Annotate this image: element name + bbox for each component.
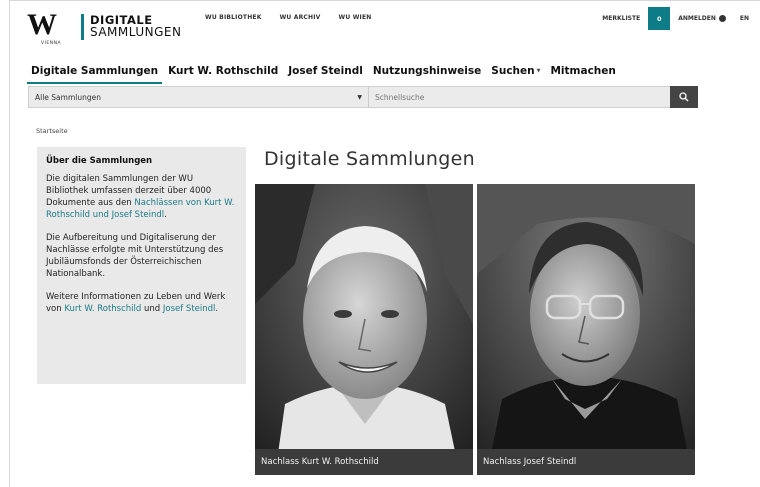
wu-logo-mark: W [27,8,57,41]
page-title: Digitale Sammlungen [264,148,475,170]
quick-search-input[interactable] [369,87,670,107]
rothschild-link[interactable]: Kurt W. Rothschild [64,304,141,314]
logo-divider [81,14,84,40]
login-link[interactable]: ANMELDEN [678,15,726,22]
card-caption: Nachlass Josef Steindl [477,449,695,475]
steindl-link[interactable]: Josef Steindl [163,304,216,314]
collection-card-rothschild[interactable]: Nachlass Kurt W. Rothschild [255,184,473,475]
nav-item-rothschild[interactable]: Kurt W. Rothschild [164,64,282,84]
main-nav: Digitale Sammlungen Kurt W. Rothschild J… [27,64,622,84]
chevron-down-icon: ▼ [536,68,541,74]
dropdown-arrow-icon: ▼ [357,93,362,101]
nav-item-nutzungshinweise[interactable]: Nutzungshinweise [369,64,485,84]
sidebar-title: Über die Sammlungen [46,156,153,166]
search-bar: Alle Sammlungen ▼ [28,86,698,108]
breadcrumb[interactable]: Startseite [36,127,68,135]
sidebar-paragraph-3: Weitere Informationen zu Leben und Werk … [46,291,237,315]
login-label: ANMELDEN [678,15,716,22]
nav-item-digitale-sammlungen[interactable]: Digitale Sammlungen [27,64,163,84]
nav-suchen-label: Suchen [491,65,535,77]
collection-select-value: Alle Sammlungen [35,92,101,102]
wu-logo[interactable]: W DIGITALE SAMMLUNGEN VIENNA [27,10,207,48]
user-bar: MERKLISTE 0 ANMELDEN EN [602,7,749,30]
logo-text-line2: SAMMLUNGEN [90,25,182,39]
sidebar-paragraph-2: Die Aufbereitung und Digitaliserung der … [46,233,224,279]
portrait-rothschild-image [255,184,473,475]
logo-subtext: VIENNA [41,41,62,46]
link-wu-wien[interactable]: WU WIEN [339,14,372,21]
sidebar-paragraph-1: Die digitalen Sammlungen der WU Biblioth… [46,173,237,221]
collection-select[interactable]: Alle Sammlungen ▼ [29,87,369,107]
sidebar-text: und [141,304,163,314]
sidebar-text: . [215,304,219,314]
search-button[interactable] [670,86,698,108]
nav-item-steindl[interactable]: Josef Steindl [284,64,367,84]
search-icon [679,92,689,102]
nav-item-mitmachen[interactable]: Mitmachen [546,64,619,84]
sidebar-text: . [164,210,167,220]
top-links: WU BIBLIOTHEK WU ARCHIV WU WIEN [205,14,371,21]
about-sidebar: Über die Sammlungen Die digitalen Sammlu… [37,147,246,384]
language-switch-en[interactable]: EN [740,15,749,22]
collection-card-steindl[interactable]: Nachlass Josef Steindl [477,184,695,475]
card-caption: Nachlass Kurt W. Rothschild [255,449,473,475]
link-wu-bibliothek[interactable]: WU BIBLIOTHEK [205,14,262,21]
portrait-steindl-image [477,184,695,475]
link-wu-archiv[interactable]: WU ARCHIV [280,14,321,21]
login-icon [718,15,726,22]
nav-item-suchen[interactable]: Suchen ▼ [487,64,544,84]
merkliste-link[interactable]: MERKLISTE [602,15,640,22]
merkliste-count-badge[interactable]: 0 [648,7,671,30]
